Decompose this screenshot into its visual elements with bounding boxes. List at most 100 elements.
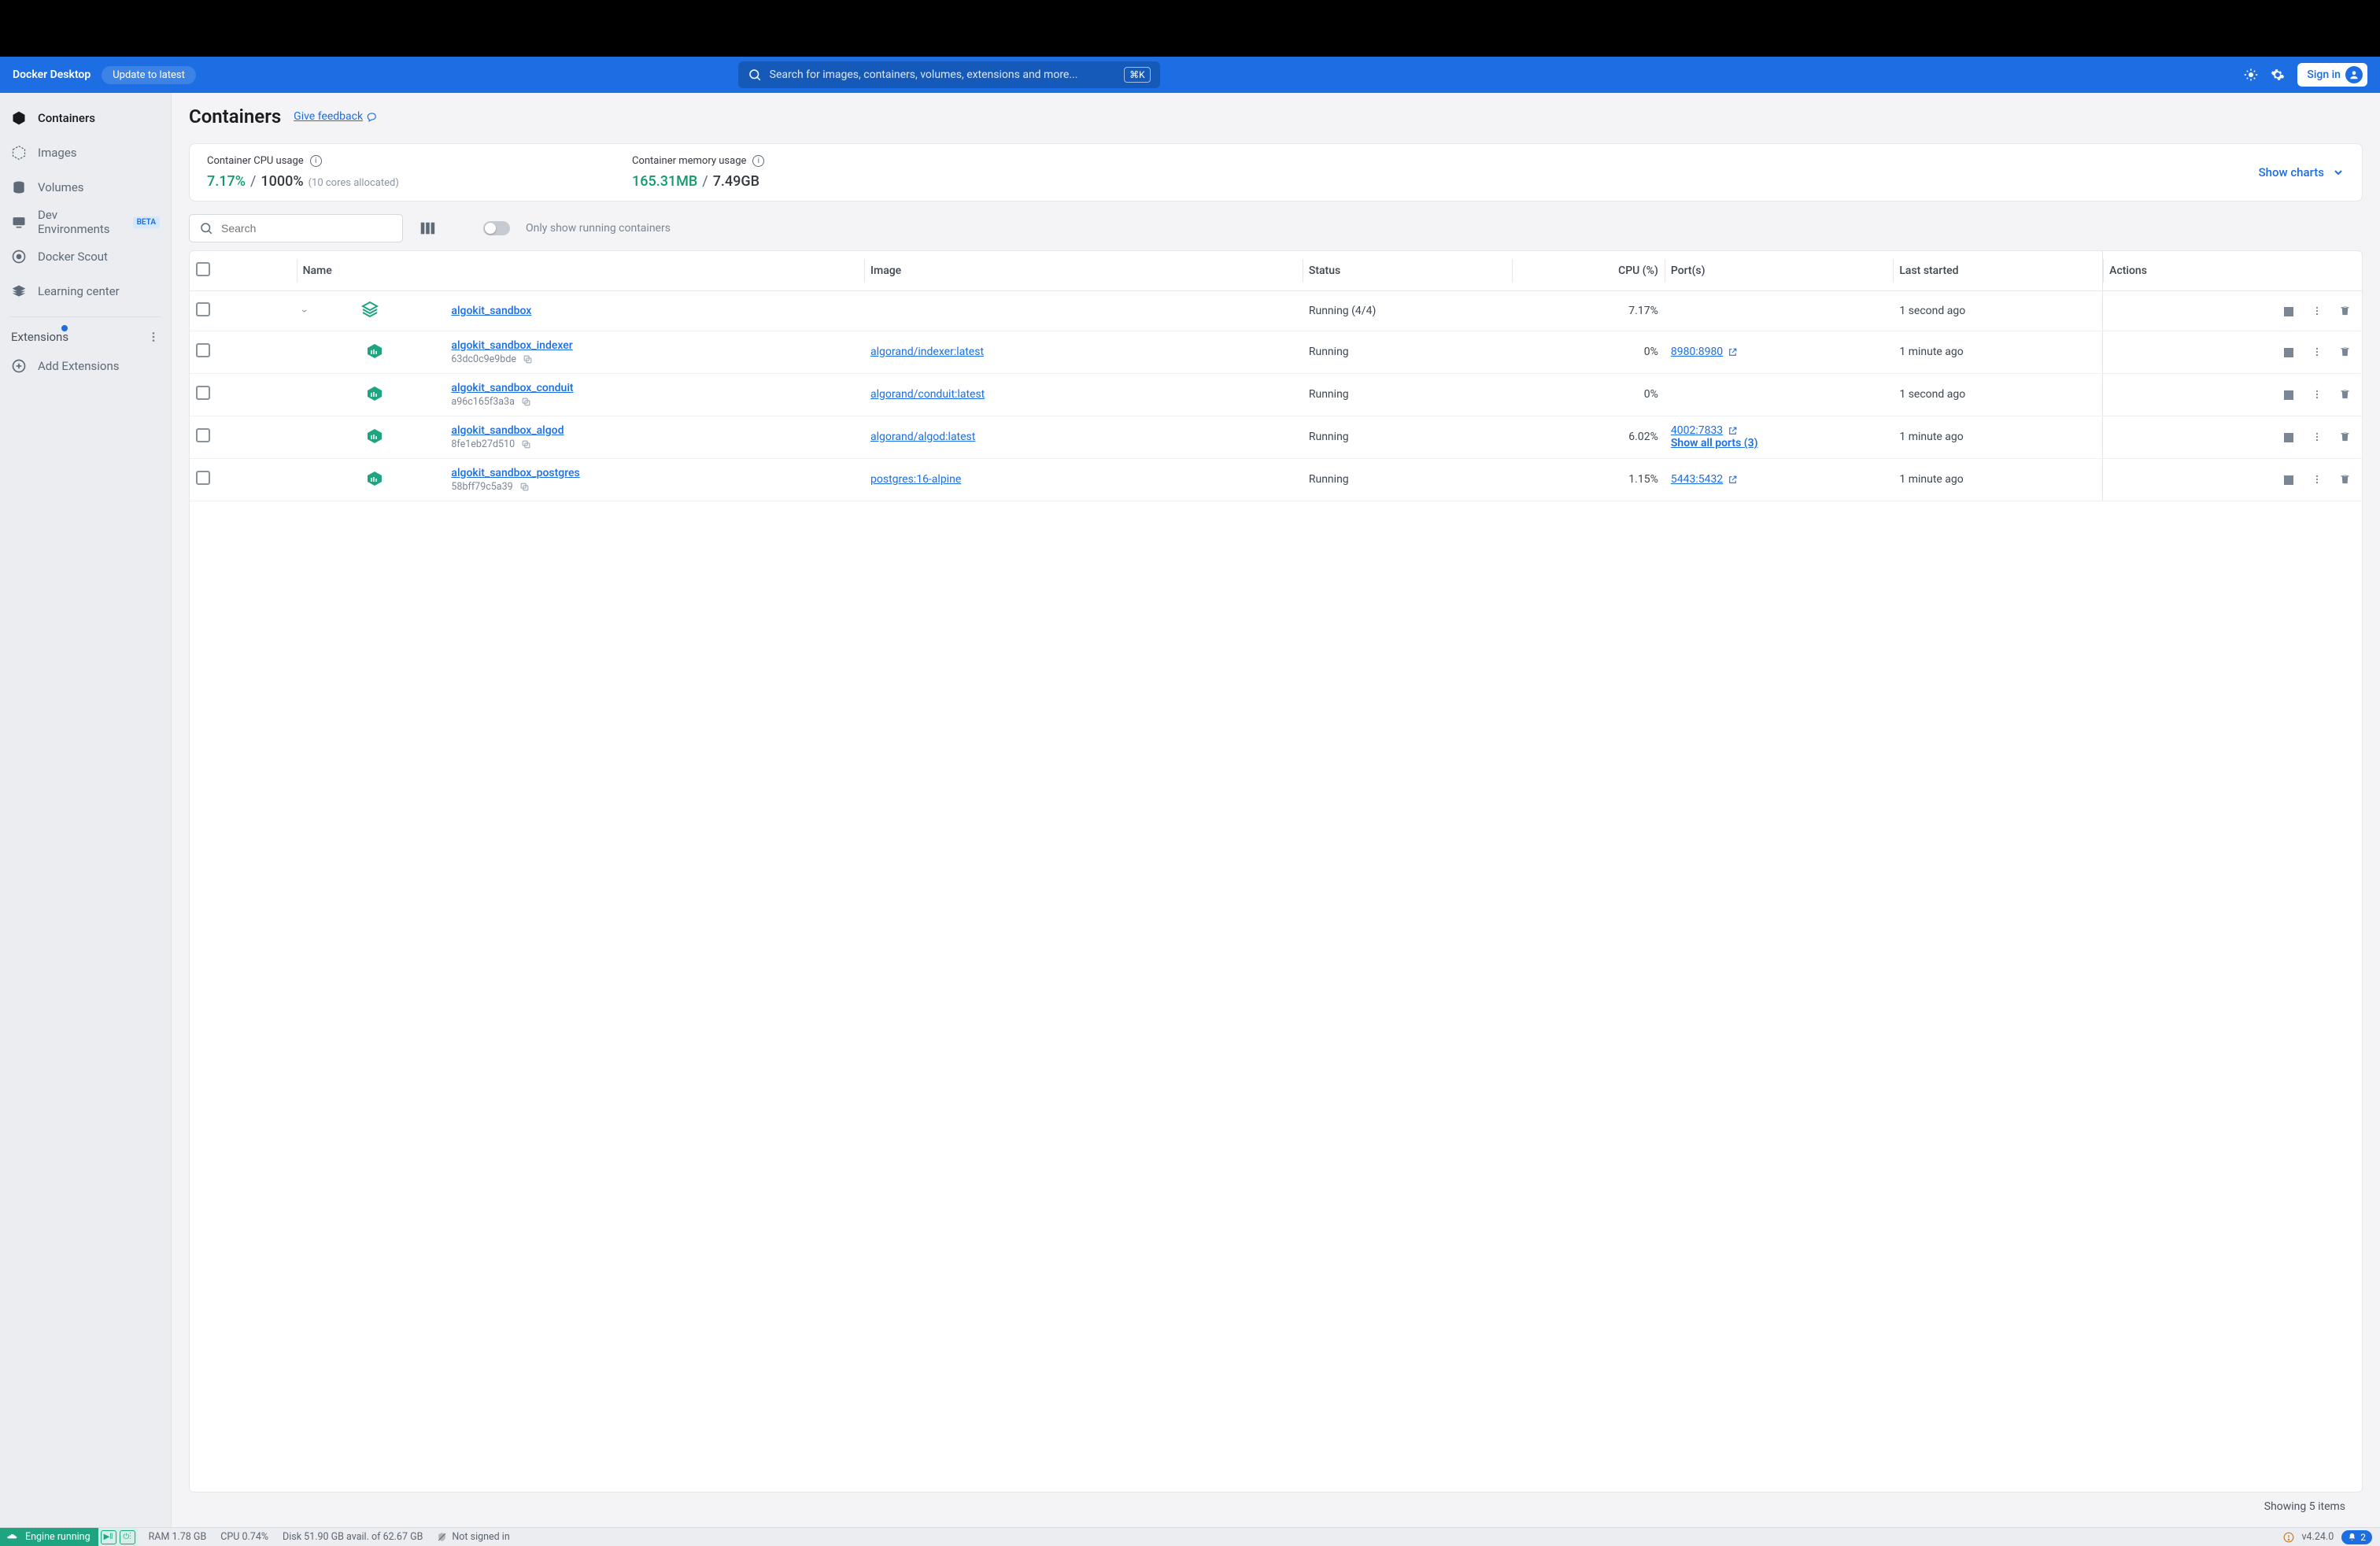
sign-in-label: Sign in [2307, 68, 2341, 81]
col-ports[interactable]: Port(s) [1665, 251, 1894, 291]
delete-button[interactable] [2334, 425, 2356, 447]
running-only-toggle[interactable] [483, 221, 510, 235]
settings-icon[interactable] [2271, 68, 2285, 82]
warning-icon[interactable] [2283, 1532, 2294, 1543]
showing-count: Showing 5 items [189, 1492, 2363, 1521]
expand-icon[interactable]: › [298, 309, 311, 313]
bug-icon[interactable] [2244, 68, 2258, 82]
info-icon[interactable]: i [310, 155, 322, 167]
ram-status: RAM 1.78 GB [149, 1531, 207, 1543]
stop-button[interactable] [2278, 469, 2300, 491]
stop-button[interactable] [2278, 342, 2300, 364]
chevron-down-icon [2332, 166, 2345, 179]
sidebar-item-add-extensions[interactable]: Add Extensions [0, 349, 171, 383]
row-checkbox[interactable] [196, 428, 210, 442]
engine-controls: ▶‖ ⏻⋮ [98, 1528, 138, 1546]
table-row[interactable]: algokit_sandbox_indexer 63dc0c9e9bde alg… [190, 331, 2362, 373]
copy-icon[interactable] [523, 354, 533, 364]
stop-button[interactable] [2278, 384, 2300, 406]
image-link[interactable]: algorand/conduit:latest [870, 388, 985, 401]
row-checkbox[interactable] [196, 386, 210, 400]
port-link[interactable]: 8980:8980 [1671, 346, 1738, 358]
row-checkbox[interactable] [196, 471, 210, 485]
port-link[interactable]: 4002:7833 [1671, 424, 1738, 437]
more-actions-button[interactable] [2306, 426, 2328, 448]
table-row[interactable]: algokit_sandbox_algod 8fe1eb27d510 algor… [190, 416, 2362, 458]
container-name-link[interactable]: algokit_sandbox_indexer [451, 339, 572, 352]
container-name-link[interactable]: algokit_sandbox_postgres [451, 467, 579, 479]
table-row-parent[interactable]: › algokit_sandbox Running (4/4) 7.17% 1 … [190, 291, 2362, 331]
beta-badge: BETA [133, 216, 160, 228]
container-icon [364, 383, 385, 404]
stop-button[interactable] [2278, 427, 2300, 449]
col-name[interactable]: Name [297, 251, 864, 291]
container-name-link[interactable]: algokit_sandbox_conduit [451, 382, 573, 394]
learning-icon [11, 283, 27, 299]
port-link[interactable]: 5443:5432 [1671, 473, 1738, 486]
more-actions-button[interactable] [2306, 341, 2328, 363]
stats-card: Container CPU usage i 7.17% / 1000% (10 … [189, 143, 2363, 202]
sidebar-item-learning-center[interactable]: Learning center [0, 274, 171, 309]
cpu-cell: 1.15% [1512, 458, 1665, 501]
extensions-more-icon[interactable] [147, 331, 160, 343]
volumes-icon [11, 179, 27, 195]
engine-play-pause-button[interactable]: ▶‖ [101, 1530, 116, 1544]
sidebar: Containers Images Volumes Dev Environmen… [0, 93, 172, 1527]
col-cpu[interactable]: CPU (%) [1512, 251, 1665, 291]
copy-icon[interactable] [521, 439, 531, 449]
col-status[interactable]: Status [1303, 251, 1512, 291]
sidebar-item-images[interactable]: Images [0, 135, 171, 170]
sidebar-item-containers[interactable]: Containers [0, 101, 171, 135]
table-row[interactable]: algokit_sandbox_postgres 58bff79c5a39 po… [190, 458, 2362, 501]
table-row[interactable]: algokit_sandbox_conduit a96c165f3a3a alg… [190, 373, 2362, 416]
container-icon [364, 468, 385, 489]
engine-status[interactable]: Engine running [0, 1528, 98, 1546]
external-link-icon [1728, 426, 1738, 436]
give-feedback-link[interactable]: Give feedback [294, 110, 377, 123]
copy-icon[interactable] [521, 397, 531, 407]
cpu-cell: 0% [1512, 331, 1665, 373]
delete-button[interactable] [2334, 299, 2356, 321]
engine-power-button[interactable]: ⏻⋮ [120, 1530, 135, 1544]
row-checkbox[interactable] [196, 343, 210, 357]
sidebar-item-docker-scout[interactable]: Docker Scout [0, 239, 171, 274]
sidebar-item-volumes[interactable]: Volumes [0, 170, 171, 205]
columns-icon[interactable] [419, 220, 436, 237]
col-image[interactable]: Image [864, 251, 1303, 291]
global-search[interactable]: Search for images, containers, volumes, … [738, 61, 1160, 88]
stop-button[interactable] [2278, 301, 2300, 323]
copy-icon[interactable] [519, 482, 530, 492]
more-actions-button[interactable] [2306, 383, 2328, 405]
delete-button[interactable] [2334, 340, 2356, 362]
window-titlebar [0, 0, 2380, 57]
container-name-link[interactable]: algokit_sandbox_algod [451, 424, 564, 437]
row-checkbox[interactable] [196, 302, 210, 316]
col-last[interactable]: Last started [1893, 251, 2102, 291]
sidebar-item-dev-environments[interactable]: Dev Environments BETA [0, 205, 171, 239]
container-name-link[interactable]: algokit_sandbox [451, 305, 531, 317]
more-actions-button[interactable] [2306, 300, 2328, 322]
stack-icon [360, 299, 380, 320]
info-icon[interactable]: i [752, 155, 764, 167]
show-charts-button[interactable]: Show charts [2259, 165, 2345, 179]
select-all-checkbox[interactable] [196, 262, 210, 276]
notifications-button[interactable]: 2 [2341, 1530, 2372, 1544]
extensions-notification-dot [61, 325, 68, 331]
mem-usage-label: Container memory usage [632, 155, 746, 167]
delete-button[interactable] [2334, 383, 2356, 405]
search-icon [199, 221, 213, 235]
image-link[interactable]: algorand/indexer:latest [870, 346, 984, 358]
more-actions-button[interactable] [2306, 468, 2328, 490]
image-link[interactable]: postgres:16-alpine [870, 473, 961, 486]
table-search[interactable] [189, 214, 403, 242]
update-button[interactable]: Update to latest [102, 66, 196, 84]
sign-in-button[interactable]: Sign in [2297, 63, 2367, 87]
show-all-ports-link[interactable]: Show all ports (3) [1671, 437, 1758, 449]
image-link[interactable]: algorand/algod:latest [870, 431, 975, 443]
mem-used: 165.31MB [632, 173, 697, 190]
last-cell: 1 minute ago [1893, 416, 2102, 458]
table-search-input[interactable] [221, 222, 393, 235]
cpu-status: CPU 0.74% [220, 1531, 268, 1543]
delete-button[interactable] [2334, 468, 2356, 490]
brand: Docker Desktop [13, 68, 91, 81]
